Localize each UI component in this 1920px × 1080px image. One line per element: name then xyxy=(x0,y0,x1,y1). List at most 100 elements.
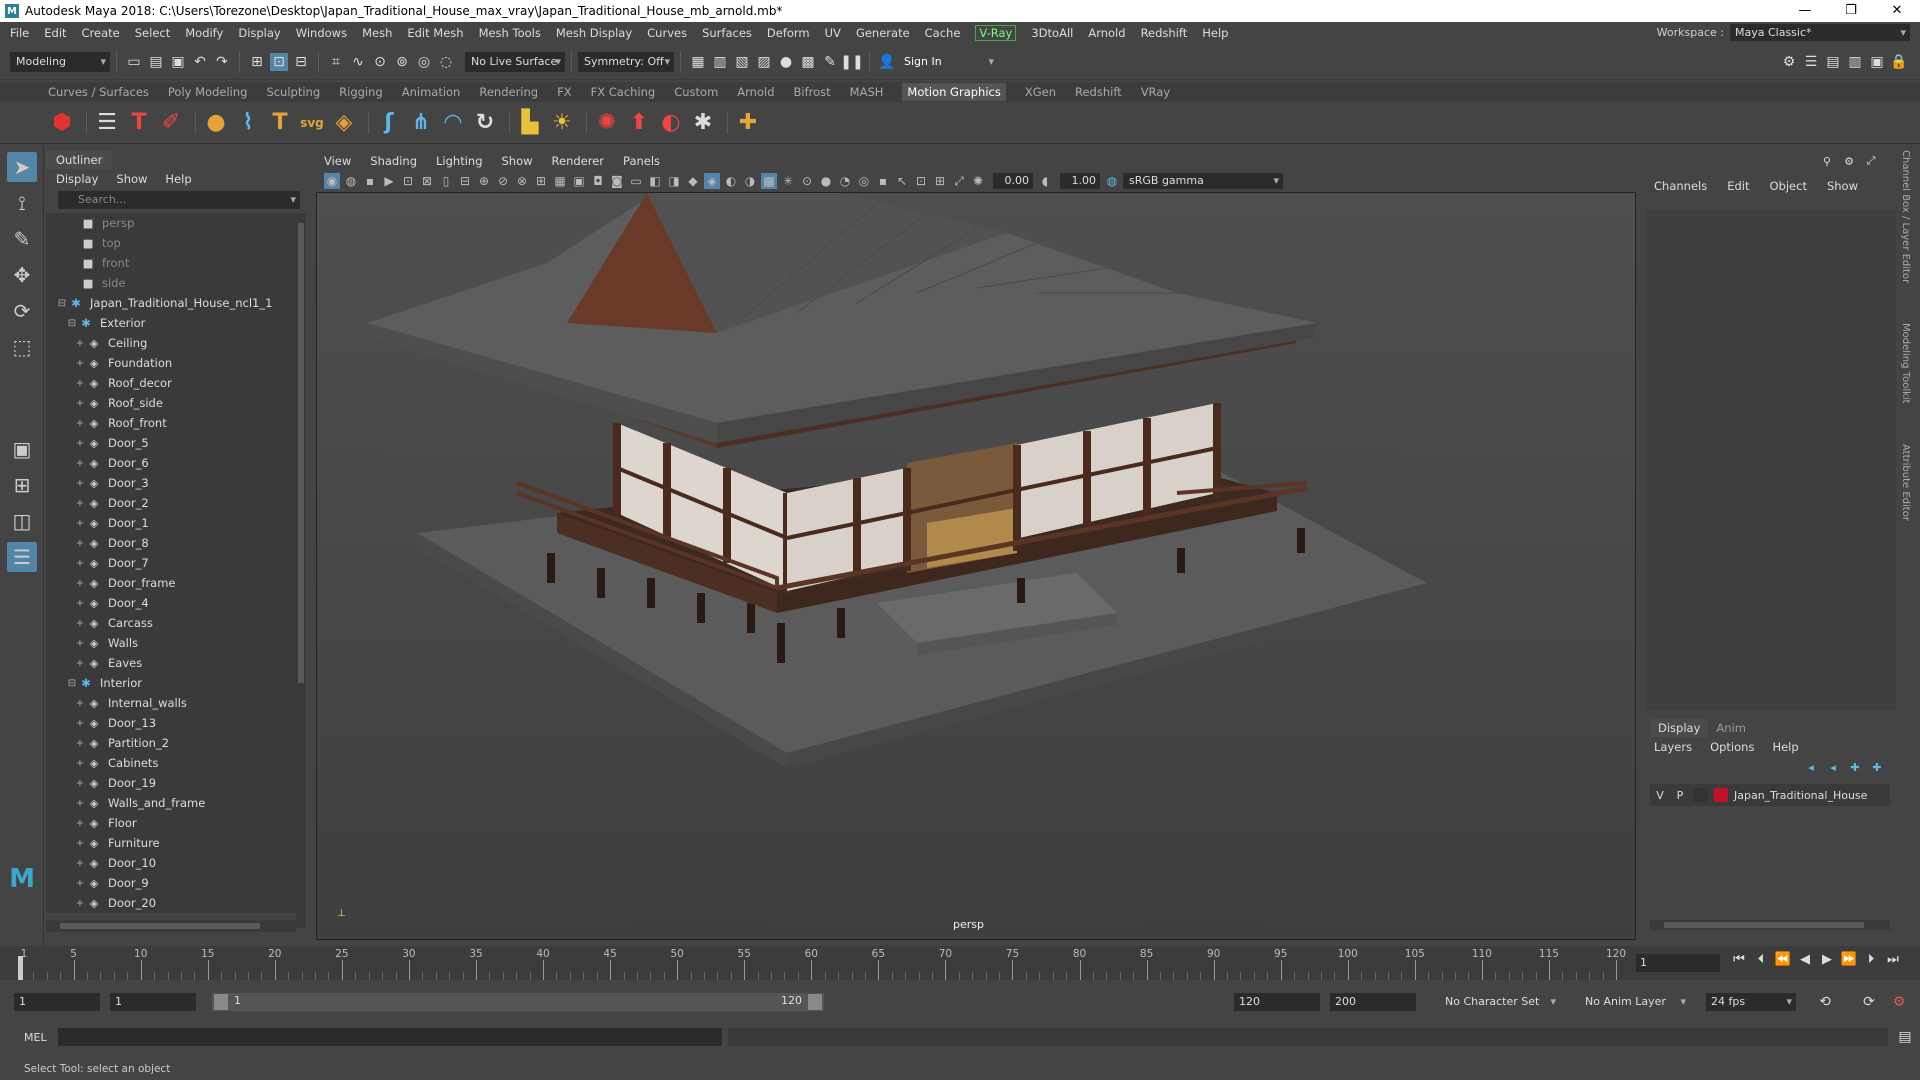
list-icon[interactable]: ☰ xyxy=(93,109,121,137)
snap-grid-icon[interactable]: ⌗ xyxy=(327,53,345,71)
outliner-mesh-item[interactable]: + ◈ Carcass xyxy=(46,613,296,633)
smooth-shade-icon[interactable]: ▣ xyxy=(571,173,587,189)
outliner-camera-item[interactable]: ■ top xyxy=(46,233,296,253)
loop-icon[interactable]: ⟲ xyxy=(1816,993,1834,1011)
outliner-tab[interactable]: Outliner xyxy=(46,151,113,169)
menu-3dtoall[interactable]: 3DtoAll xyxy=(1031,26,1073,40)
single-pane-icon[interactable]: ▣ xyxy=(7,434,37,464)
menu-uv[interactable]: UV xyxy=(825,26,841,40)
scroll-thumb[interactable] xyxy=(298,223,304,683)
fps-dropdown[interactable]: 24 fps xyxy=(1706,993,1796,1011)
layer-row[interactable]: V P Japan_Traditional_House xyxy=(1650,784,1890,806)
undo-icon[interactable]: ↶ xyxy=(191,53,209,71)
shelf-tab-motion-graphics[interactable]: Motion Graphics xyxy=(902,83,1006,101)
blob-icon[interactable]: ◐ xyxy=(657,109,685,137)
layer-type-box[interactable] xyxy=(1694,788,1708,802)
burst-icon[interactable]: ✺ xyxy=(593,109,621,137)
menu-vray[interactable]: V-Ray xyxy=(975,25,1017,41)
outliner-mesh-item[interactable]: + ◈ Door_19 xyxy=(46,773,296,793)
playback-start-field[interactable]: 1 xyxy=(110,993,196,1011)
command-input[interactable] xyxy=(58,1028,722,1046)
xray-icon[interactable]: ◙ xyxy=(609,173,625,189)
gamma-field[interactable]: 1.00 xyxy=(1060,173,1100,189)
outliner-camera-item[interactable]: ■ persp xyxy=(46,213,296,233)
menu-curves[interactable]: Curves xyxy=(647,26,687,40)
lighting-icon[interactable]: ◨ xyxy=(666,173,682,189)
shelf-tab-redshift[interactable]: Redshift xyxy=(1075,85,1122,99)
modeling-toolkit-icon[interactable]: ⚙ xyxy=(1780,53,1798,71)
outliner-mesh-item[interactable]: + ◈ Door_8 xyxy=(46,533,296,553)
layout-toggle-icon[interactable]: ▣ xyxy=(1868,53,1886,71)
color-space-dropdown[interactable]: sRGB gamma xyxy=(1123,173,1283,189)
menu-windows[interactable]: Windows xyxy=(296,26,347,40)
preferences-icon[interactable]: ⚙ xyxy=(1890,993,1908,1011)
render-frame-icon[interactable]: ▦ xyxy=(689,53,707,71)
outliner-mesh-item[interactable]: + ◈ Roof_decor xyxy=(46,373,296,393)
channel-box-settings-icon[interactable]: ⚙ xyxy=(1840,152,1858,170)
shelf-tab-fx[interactable]: FX xyxy=(557,85,572,99)
layer-name[interactable]: Japan_Traditional_House xyxy=(1734,789,1867,802)
menu-file[interactable]: File xyxy=(10,26,29,40)
select-hierarchy-icon[interactable]: ⊞ xyxy=(248,53,266,71)
viewport-persp[interactable]: ⊥ persp xyxy=(316,192,1636,940)
play-backwards-button[interactable]: ◀ xyxy=(1794,952,1816,967)
layer-help-menu[interactable]: Help xyxy=(1772,740,1798,754)
move-tool-icon[interactable]: ✥ xyxy=(7,260,37,290)
mode-dropdown[interactable]: Modeling xyxy=(10,51,110,72)
four-pane-icon[interactable]: ⊞ xyxy=(7,470,37,500)
viewport-menu-shading[interactable]: Shading xyxy=(370,154,417,168)
outliner-mesh-item[interactable]: + ◈ Door_3 xyxy=(46,473,296,493)
layer-visibility-toggle[interactable]: V xyxy=(1650,789,1670,802)
new-layer-icon[interactable]: ✚ xyxy=(1846,758,1864,776)
bookmark-icon[interactable]: ▪ xyxy=(362,173,378,189)
svg-icon[interactable]: svg xyxy=(298,109,326,137)
gate-mask-icon[interactable]: ⊕ xyxy=(476,173,492,189)
render-settings-icon[interactable]: ▨ xyxy=(755,53,773,71)
new-scene-icon[interactable]: ▭ xyxy=(125,53,143,71)
expand-toggle[interactable]: ⊟ xyxy=(56,298,68,309)
star-icon[interactable]: ✱ xyxy=(689,109,717,137)
shelf-tab-fx-caching[interactable]: FX Caching xyxy=(591,85,656,99)
viewport-menu-show[interactable]: Show xyxy=(502,154,533,168)
camera-attr-icon[interactable]: ⊡ xyxy=(400,173,416,189)
outliner-camera-item[interactable]: ■ front xyxy=(46,253,296,273)
type-tool-icon[interactable]: T xyxy=(125,109,153,137)
safe-action-icon[interactable]: ⊗ xyxy=(514,173,530,189)
time-slider[interactable]: 1 5 10 15 20 25 30 35 40 45 50 55 60 65 70 75 80 85 90 95 10… xyxy=(0,946,1920,980)
channel-box-tool-icon[interactable]: ⚲ xyxy=(1818,152,1836,170)
sun-icon[interactable]: ☀ xyxy=(548,109,576,137)
new-layer-selected-icon[interactable]: ✚ xyxy=(1868,758,1886,776)
outliner-mesh-item[interactable]: + ◈ Eaves xyxy=(46,653,296,673)
menu-select[interactable]: Select xyxy=(135,26,170,40)
layer-tab-display[interactable]: Display xyxy=(1650,719,1709,737)
outliner-mesh-item[interactable]: + ◈ Walls xyxy=(46,633,296,653)
range-end-handle[interactable] xyxy=(808,994,822,1010)
outliner-mesh-item[interactable]: + ◈ Roof_side xyxy=(46,393,296,413)
snap-live-icon[interactable]: ◌ xyxy=(437,53,455,71)
viewport-menu-panels[interactable]: Panels xyxy=(623,154,660,168)
color-management-icon[interactable]: ◍ xyxy=(1104,173,1120,189)
ipr-render-icon[interactable]: ▧ xyxy=(733,53,751,71)
range-start-handle[interactable] xyxy=(214,994,228,1010)
track-icon[interactable]: ⊠ xyxy=(419,173,435,189)
minimize-button[interactable]: — xyxy=(1782,0,1828,22)
outliner-group-interior[interactable]: ⊟ ✱ Interior xyxy=(46,673,296,693)
frame-all-icon[interactable]: ⊡ xyxy=(913,173,929,189)
layer-scrollbar[interactable] xyxy=(1650,920,1890,930)
curve-network-icon[interactable]: ⌇ xyxy=(234,109,262,137)
grid-light-icon[interactable]: ▙ xyxy=(516,109,544,137)
outliner-mesh-item[interactable]: + ◈ Walls_and_frame xyxy=(46,793,296,813)
cube-icon[interactable]: ◆ xyxy=(685,173,701,189)
film-gate-icon[interactable]: ▯ xyxy=(438,173,454,189)
mash-network-icon[interactable]: ⬢ xyxy=(48,109,76,137)
comb-icon[interactable]: ⋔ xyxy=(407,109,435,137)
channels-menu[interactable]: Channels xyxy=(1654,179,1707,193)
shelf-tab-bifrost[interactable]: Bifrost xyxy=(794,85,831,99)
move-layer-down-icon[interactable]: ◂ xyxy=(1824,758,1842,776)
resolution-gate-icon[interactable]: ⊟ xyxy=(457,173,473,189)
outliner-layout-icon[interactable]: ☰ xyxy=(7,542,37,572)
snap-view-icon[interactable]: ⊚ xyxy=(393,53,411,71)
save-scene-icon[interactable]: ▣ xyxy=(169,53,187,71)
outliner-mesh-item[interactable]: + ◈ Partition_2 xyxy=(46,733,296,753)
layer-options-menu[interactable]: Options xyxy=(1710,740,1754,754)
